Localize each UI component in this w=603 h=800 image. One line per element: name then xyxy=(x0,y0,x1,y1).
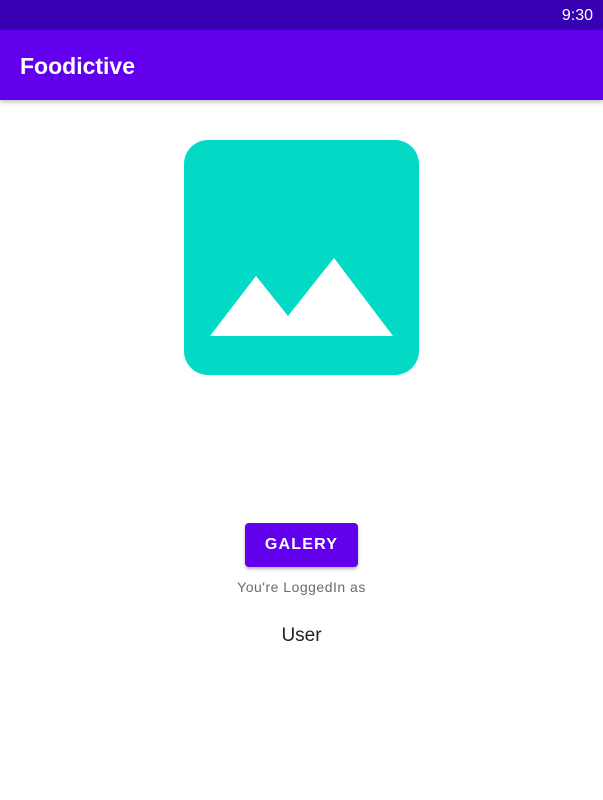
app-title: Foodictive xyxy=(20,53,136,79)
app-bar: Foodictive xyxy=(0,30,603,100)
gallery-button[interactable]: GALERY xyxy=(245,523,358,567)
status-bar: 9:30 xyxy=(0,0,603,30)
status-time: 9:30 xyxy=(561,7,593,24)
username-text: User xyxy=(281,625,322,646)
image-placeholder-background xyxy=(184,140,419,375)
logged-in-label: You're LoggedIn as xyxy=(237,579,366,595)
image-placeholder-icon xyxy=(184,140,419,375)
